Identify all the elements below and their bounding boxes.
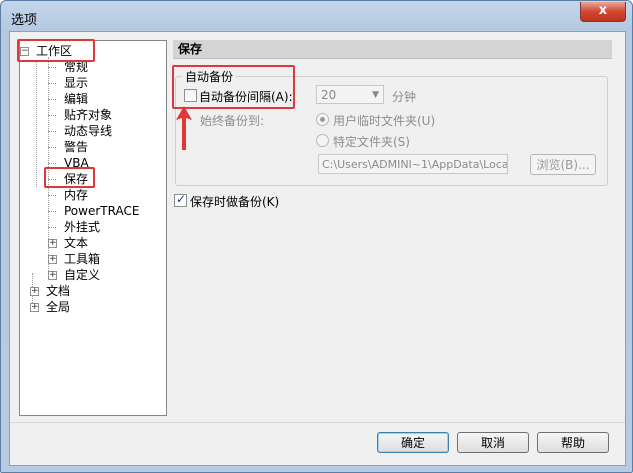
tree-item-label: 内存 bbox=[64, 188, 89, 202]
tree-connector bbox=[48, 147, 56, 148]
tree-connector bbox=[48, 99, 56, 100]
annotation-box-workspace bbox=[17, 39, 95, 62]
tree-item-label: 动态导线 bbox=[64, 124, 113, 138]
options-dialog: 选项 x − 工作区 常规 显示 编辑 贴齐对象 动态导线 警告 VBA 保存 内存 PowerTRA… bbox=[0, 0, 633, 473]
tree-item[interactable]: 动态导线 bbox=[48, 123, 114, 139]
expand-icon[interactable]: + bbox=[30, 287, 39, 296]
tree-item[interactable]: + 文本 bbox=[48, 235, 90, 251]
tree-item-label: 常规 bbox=[64, 60, 89, 74]
tree-item-label: 文本 bbox=[64, 236, 89, 250]
ok-button[interactable]: 确定 bbox=[377, 432, 449, 453]
tree-connector bbox=[48, 67, 56, 68]
tree-item[interactable]: + 自定义 bbox=[48, 267, 102, 283]
tree-item[interactable]: PowerTRACE bbox=[48, 203, 141, 219]
backup-interval-select[interactable]: 20 ▼ bbox=[316, 85, 384, 104]
tree-item-label: 贴齐对象 bbox=[64, 108, 113, 122]
tree-item-label: 全局 bbox=[46, 300, 71, 314]
tree-item[interactable]: 内存 bbox=[48, 187, 90, 203]
chevron-down-icon: ▼ bbox=[372, 90, 379, 100]
annotation-box-auto-backup bbox=[172, 65, 295, 109]
window-title: 选项 bbox=[11, 13, 38, 28]
tree-item-label: 文档 bbox=[46, 284, 71, 298]
radio-temp-folder[interactable] bbox=[316, 113, 329, 126]
help-button[interactable]: 帮助 bbox=[537, 432, 609, 453]
tree-item-label: 自定义 bbox=[64, 268, 101, 282]
tree-connector bbox=[48, 211, 56, 212]
backup-path-input[interactable]: C:\Users\ADMINI~1\AppData\Local\Te bbox=[318, 154, 508, 174]
tree-item-label: 显示 bbox=[64, 76, 89, 90]
tree-item-label: PowerTRACE bbox=[64, 204, 140, 218]
tree-item-label: 警告 bbox=[64, 140, 89, 154]
close-icon: x bbox=[598, 3, 608, 18]
title-bar[interactable]: 选项 x bbox=[1, 1, 632, 31]
tree-item[interactable]: + 文档 bbox=[30, 283, 72, 299]
checkmark-icon: ✓ bbox=[176, 192, 187, 206]
radio-dot bbox=[320, 117, 325, 122]
save-backup-label: 保存时做备份(K) bbox=[190, 195, 280, 209]
radio-specific-folder[interactable] bbox=[316, 134, 329, 147]
expand-icon[interactable]: + bbox=[30, 303, 39, 312]
expand-icon[interactable]: + bbox=[48, 255, 57, 264]
panel-title: 保存 bbox=[173, 40, 612, 59]
tree-item[interactable]: 外挂式 bbox=[48, 219, 102, 235]
annotation-arrow-icon bbox=[176, 106, 192, 150]
dialog-client: − 工作区 常规 显示 编辑 贴齐对象 动态导线 警告 VBA 保存 内存 PowerTRACE 外挂式… bbox=[9, 31, 626, 466]
tree-item[interactable]: 贴齐对象 bbox=[48, 107, 114, 123]
tree-item-label: 工具箱 bbox=[64, 252, 101, 266]
expand-icon[interactable]: + bbox=[48, 271, 57, 280]
tree-connector bbox=[48, 115, 56, 116]
tree-item[interactable]: + 工具箱 bbox=[48, 251, 102, 267]
browse-button[interactable]: 浏览(B)... bbox=[530, 154, 596, 175]
tree-connector bbox=[48, 195, 56, 196]
interval-unit: 分钟 bbox=[392, 90, 417, 104]
save-backup-checkbox[interactable]: ✓ bbox=[174, 192, 187, 207]
expand-icon[interactable]: + bbox=[48, 239, 57, 248]
radio-temp-folder-label: 用户临时文件夹(U) bbox=[333, 114, 436, 128]
tree-connector bbox=[48, 83, 56, 84]
interval-value: 20 bbox=[321, 88, 337, 102]
radio-specific-folder-label: 特定文件夹(S) bbox=[333, 135, 410, 149]
tree-item-label: 外挂式 bbox=[64, 220, 101, 234]
tree-connector bbox=[48, 163, 56, 164]
cancel-button[interactable]: 取消 bbox=[457, 432, 529, 453]
footer-divider bbox=[10, 422, 625, 423]
tree-connector bbox=[48, 131, 56, 132]
tree-item[interactable]: 编辑 bbox=[48, 91, 90, 107]
tree-item-label: 编辑 bbox=[64, 92, 89, 106]
tree-item[interactable]: 警告 bbox=[48, 139, 90, 155]
always-backup-label: 始终备份到: bbox=[200, 114, 265, 128]
tree-item[interactable]: 显示 bbox=[48, 75, 90, 91]
tree-connector bbox=[36, 61, 37, 187]
tree-connector bbox=[48, 227, 56, 228]
close-button[interactable]: x bbox=[580, 2, 626, 22]
options-tree[interactable]: − 工作区 常规 显示 编辑 贴齐对象 动态导线 警告 VBA 保存 内存 PowerTRACE 外挂式… bbox=[19, 40, 167, 416]
annotation-box-save bbox=[44, 167, 95, 188]
tree-item[interactable]: + 全局 bbox=[30, 299, 72, 315]
